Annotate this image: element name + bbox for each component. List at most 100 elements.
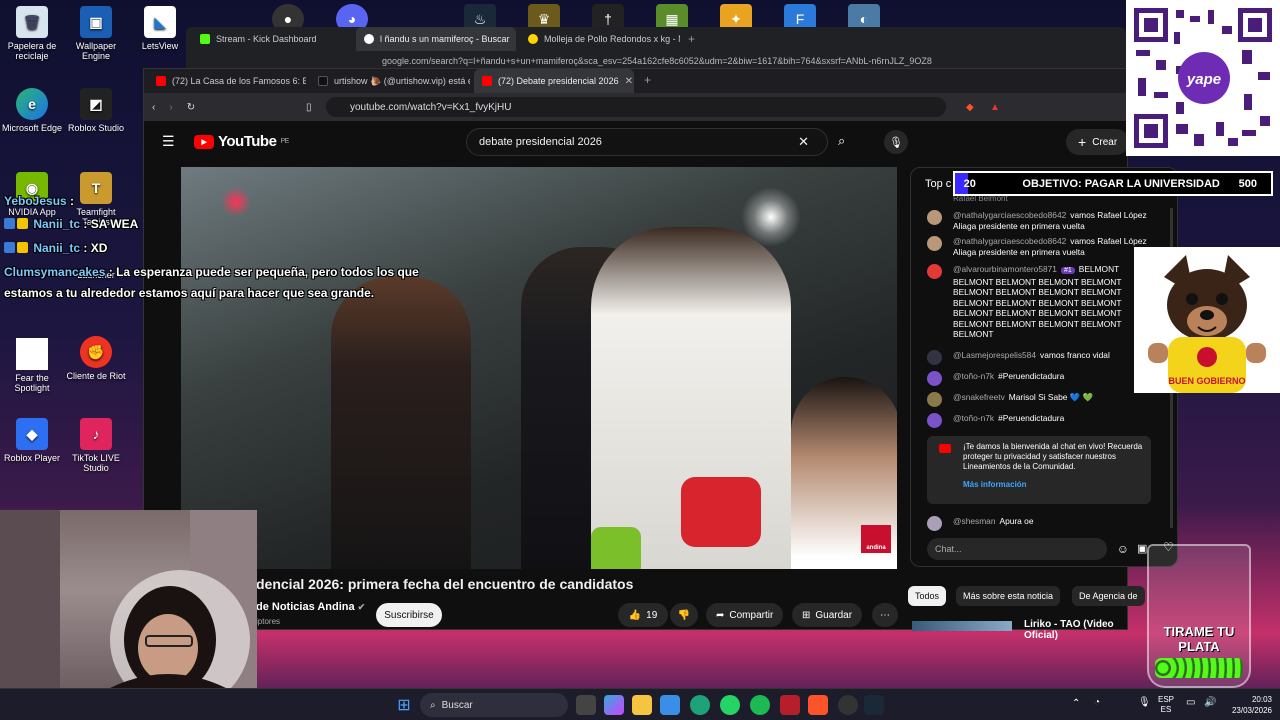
microphone-icon[interactable]: 🎙 [884,130,908,154]
more-actions-button[interactable]: ⋯ [872,603,898,627]
store-icon[interactable] [660,695,680,715]
volume-icon[interactable]: 🔊 [1204,697,1216,708]
app-icon[interactable] [780,695,800,715]
video-player[interactable]: andina [181,167,897,569]
close-icon[interactable]: ✕ [625,76,633,87]
taskbar-search[interactable]: ⌕ Buscar [420,693,568,717]
chat-message: @Lasmejorespelis584 vamos franco vidal [927,350,1159,365]
start-icon[interactable]: ⊞ [394,695,414,715]
more-info-link[interactable]: Más información [963,480,1143,490]
network-icon[interactable]: ▭ [1186,697,1195,708]
dog-sticker: BUEN GOBIERNO [1134,247,1280,393]
chevron-up-icon[interactable]: ⌃ [1072,698,1080,709]
save-button[interactable]: ⊞ Guardar [792,603,863,627]
chip-agency[interactable]: De Agencia de [1072,586,1145,606]
tab-casa-famosos[interactable]: (72) La Casa de los Famosos 6: El [148,69,306,93]
chat-message: @nathalygarciaescobedo8642 vamos Rafael L… [927,236,1159,257]
chat-author: @Lasmejorespelis584 [953,350,1036,360]
tab-strip: (72) La Casa de los Famosos 6: El urtish… [144,69,1127,93]
spotify-icon[interactable] [750,695,770,715]
related-title[interactable]: Liriko - TAO (Video Oficial) [1024,619,1127,641]
reload-icon[interactable]: ↻ [187,102,195,113]
brave-icon[interactable] [808,695,828,715]
yape-logo-text: yape [1186,71,1221,88]
whatsapp-icon[interactable] [720,695,740,715]
clock[interactable]: 20:03 23/03/2026 [1220,694,1272,716]
chip-more-news[interactable]: Más sobre esta noticia [956,586,1061,606]
super-chat-icon[interactable]: ▣ [1137,542,1147,555]
tab-molleja[interactable]: Molleja de Pollo Redondos x kg - Me ✕ [520,27,680,51]
clear-icon[interactable]: ✕ [798,134,809,150]
tab-label: l ñandu s un mamiferoç - Buscar [380,34,510,44]
forward-icon[interactable]: › [169,102,172,113]
file-explorer-icon[interactable] [632,695,652,715]
stream-chat-text: XD [90,241,108,255]
create-button[interactable]: + Crear [1066,129,1130,155]
dog-illustration: BUEN GOBIERNO [1134,247,1280,393]
bookmark-icon[interactable]: ▯ [306,102,312,113]
desktop-icon-label: Cliente de Riot [66,371,126,381]
like-count: 19 [646,609,658,621]
stream-chat-line: Nanii_tc : XD [4,241,107,255]
roblox-icon: ◆ [16,418,48,450]
obs-icon[interactable] [838,695,858,715]
desktop-icon-wallpaper-engine[interactable]: ▣ Wallpaper Engine [64,6,128,61]
task-view-icon[interactable] [576,695,596,715]
share-button[interactable]: ➦ Compartir [706,603,784,627]
desktop-icon-fear-the-spotlight[interactable]: Fear the Spotlight [0,338,64,393]
store-icon [528,34,538,44]
desktop-icon-roblox-studio[interactable]: ◩ Roblox Studio [64,88,128,133]
chat-input[interactable]: Chat... ☺ [927,538,1129,560]
youtube-icon [482,76,492,86]
desktop-icon-label: Microsoft Edge [1,123,63,133]
tab-label: urtishow 🐌 (@urtishow.vip) está en [334,75,470,86]
desktop-icon-riot-client[interactable]: ✊ Cliente de Riot [64,336,128,381]
desktop-icon-recycle-bin[interactable]: 🗑 Papelera de reciclaje [0,6,64,61]
tab-debate-presidencial[interactable]: (72) Debate presidencial 2026 ✕ [474,69,634,93]
youtube-header: ☰ ▶ YouTube PE debate presidencial 2026 … [144,121,1130,163]
menu-icon[interactable]: ☰ [162,133,175,150]
chip-all[interactable]: Todos [908,586,947,606]
desktop-icon-roblox-player[interactable]: ◆ Roblox Player [0,418,64,463]
tab-label: Stream - Kick Dashboard [216,34,317,44]
back-icon[interactable]: ‹ [152,102,155,113]
subscriber-count: iptores [256,617,281,626]
stream-chat-text: estamos a tu alrededor estamos aquí para… [4,286,375,300]
badge-icon [4,242,15,253]
brave-shield-icon[interactable]: ◆ [966,102,974,113]
tab-google-search[interactable]: l ñandu s un mamiferoç - Buscar ✕ [356,27,516,51]
desktop-icon-letsview[interactable]: ◣ LetsView [128,6,192,51]
new-tab-icon[interactable]: + [644,73,651,87]
recycle-bin-icon: 🗑 [16,6,48,38]
desktop-icon-tiktok-live[interactable]: ♪ TikTok LIVE Studio [64,418,128,473]
steam-icon[interactable] [864,695,884,715]
youtube-logo[interactable]: ▶ YouTube PE [194,133,289,150]
language-indicator[interactable]: ESP ES [1158,695,1174,715]
search-icon[interactable]: ⌕ [838,133,845,149]
subscribe-button[interactable]: Suscribirse [376,603,442,627]
address-bar[interactable]: youtube.com/watch?v=Kx1_fvyKjHU [326,97,946,117]
copilot-icon[interactable] [604,695,624,715]
emoji-icon[interactable]: ☺ [1117,542,1129,556]
avatar [927,371,942,386]
search-input[interactable]: debate presidencial 2026 ✕ [466,128,828,156]
dislike-button[interactable]: 👎 [670,603,698,627]
new-tab-icon[interactable]: + [688,32,695,46]
like-button[interactable]: 👍 19 [618,603,668,627]
related-thumbnail[interactable] [912,621,1012,631]
tft-icon: T [80,172,112,204]
microphone-icon[interactable]: 🎙 [1138,697,1151,708]
kick-coins [1155,658,1243,678]
desktop-icon-label: Roblox Player [3,453,61,463]
search-icon: ⌕ [430,699,436,711]
channel-name[interactable]: de Noticias Andina ✔ [256,601,365,613]
video-light [221,187,251,217]
edge-icon[interactable] [690,695,710,715]
tip-jar-text: TIRAME TU PLATA [1163,624,1235,654]
lang-top: ESP [1158,695,1175,704]
wifi-icon[interactable]: ◔ [1094,697,1100,708]
tab-urtishow[interactable]: urtishow 🐌 (@urtishow.vip) está en [310,69,470,93]
tab-kick-dashboard[interactable]: Stream - Kick Dashboard [192,27,350,51]
brave-rewards-icon[interactable]: ▲ [990,102,1000,113]
desktop-icon-edge[interactable]: e Microsoft Edge [0,88,64,133]
